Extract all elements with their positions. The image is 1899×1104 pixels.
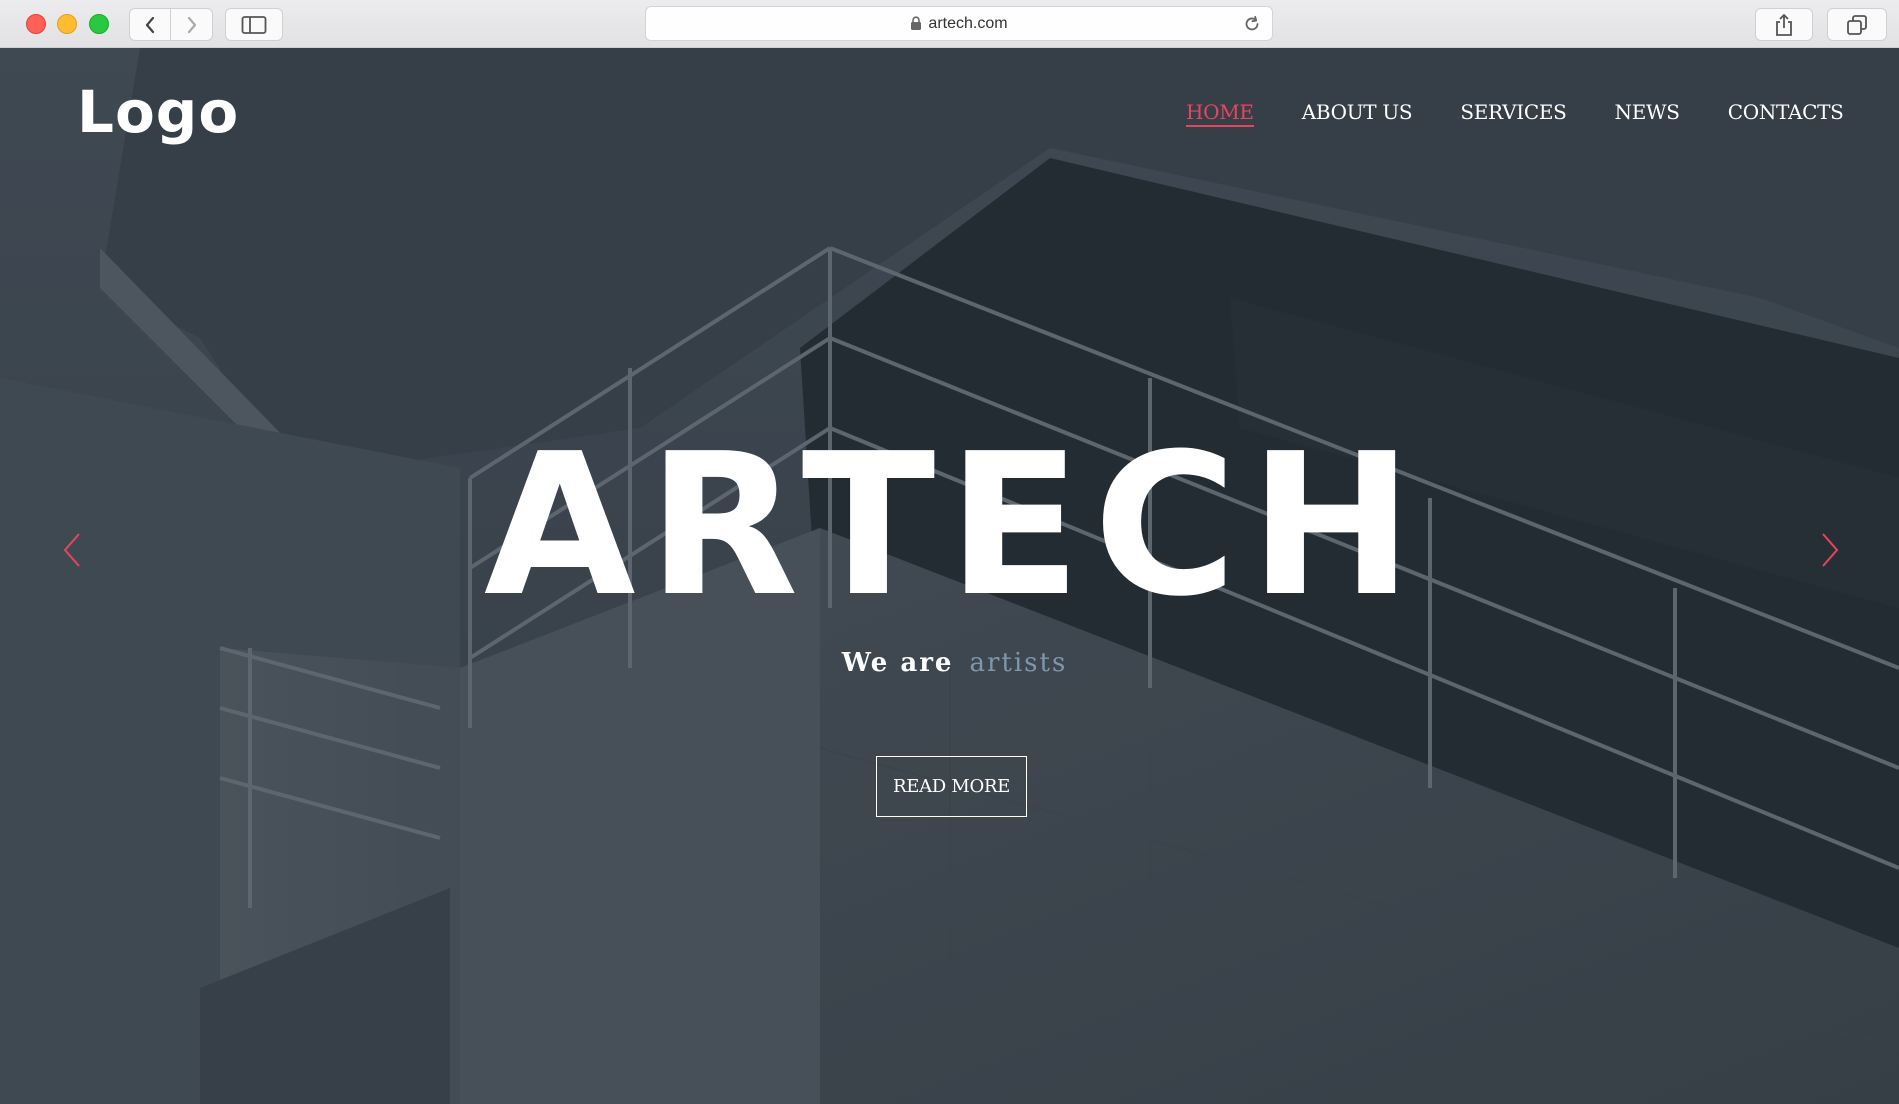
forward-button[interactable] xyxy=(171,8,213,41)
tagline-accent: artists xyxy=(969,648,1068,678)
nav-item-contacts[interactable]: CONTACTS xyxy=(1728,100,1844,127)
hero-title: ARTECH xyxy=(483,412,1426,640)
browser-toolbar: artech.com xyxy=(0,0,1899,48)
read-more-button[interactable]: READ MORE xyxy=(876,756,1027,817)
close-window-button[interactable] xyxy=(26,14,46,34)
reload-icon[interactable] xyxy=(1242,14,1262,34)
share-icon xyxy=(1776,13,1792,36)
nav-item-home[interactable]: HOME xyxy=(1186,100,1254,127)
nav-item-about-us[interactable]: ABOUT US xyxy=(1302,100,1413,127)
sidebar-icon xyxy=(241,15,267,34)
hero-section: Logo HOME ABOUT US SERVICES NEWS CONTACT… xyxy=(0,48,1899,1104)
chevron-right-icon xyxy=(187,16,196,33)
show-tabs-button[interactable] xyxy=(1827,8,1887,41)
zoom-window-button[interactable] xyxy=(89,14,109,34)
hero-tagline: We are artists xyxy=(0,648,1899,678)
share-button[interactable] xyxy=(1755,8,1813,41)
lock-icon xyxy=(911,16,922,30)
nav-item-services[interactable]: SERVICES xyxy=(1460,100,1567,127)
site-logo[interactable]: Logo xyxy=(77,78,239,146)
sidebar-toggle-button[interactable] xyxy=(225,8,283,41)
chevron-left-icon xyxy=(145,16,155,33)
address-bar[interactable]: artech.com xyxy=(645,6,1273,41)
nav-item-news[interactable]: NEWS xyxy=(1615,100,1680,127)
minimize-window-button[interactable] xyxy=(57,14,77,34)
tabs-icon xyxy=(1847,14,1867,35)
url-text: artech.com xyxy=(928,14,1008,32)
back-button[interactable] xyxy=(129,8,171,41)
tagline-lead: We are xyxy=(841,648,954,678)
main-nav: HOME ABOUT US SERVICES NEWS CONTACTS xyxy=(1186,100,1844,127)
